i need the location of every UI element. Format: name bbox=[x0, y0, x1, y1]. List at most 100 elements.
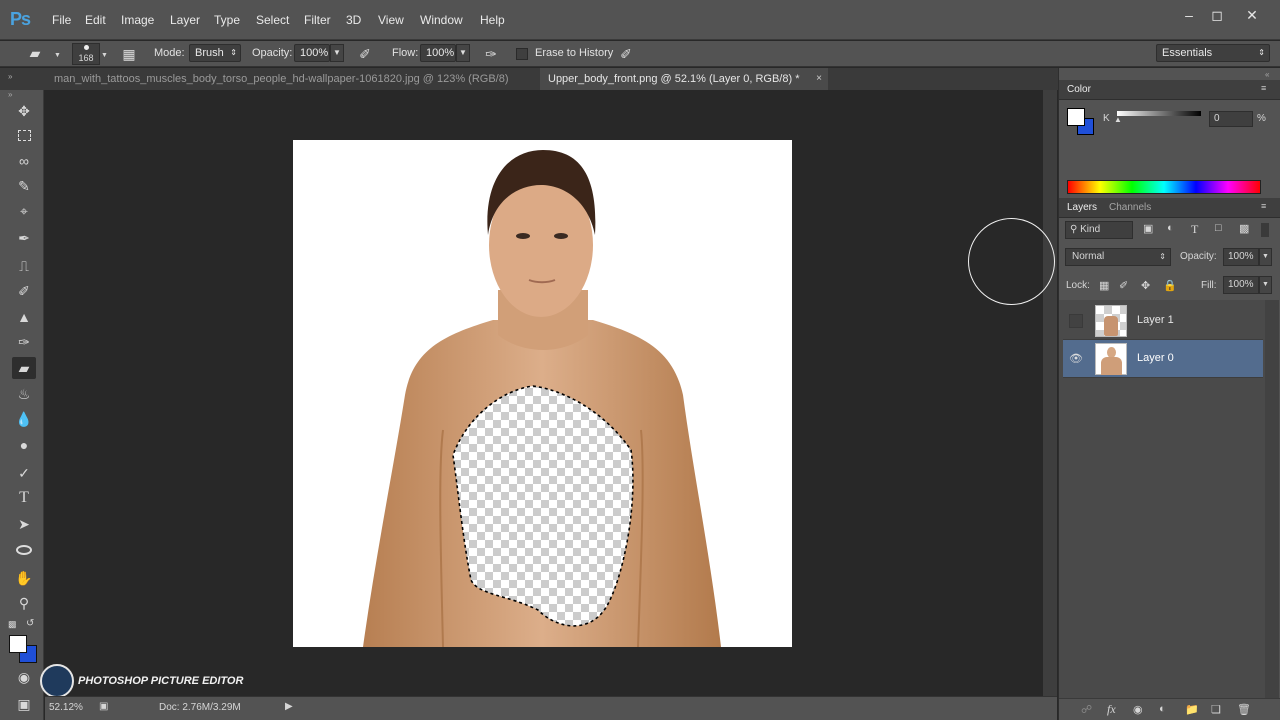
spot-healing-tool-icon[interactable]: ⎍ bbox=[12, 255, 36, 277]
k-value-input[interactable]: 0 bbox=[1209, 111, 1253, 127]
menu-edit[interactable]: Edit bbox=[85, 13, 106, 27]
tab-upper-body-front[interactable]: Upper_body_front.png @ 52.1% (Layer 0, R… bbox=[540, 68, 828, 90]
trash-icon[interactable]: 🗑 bbox=[1237, 703, 1251, 716]
paint-bucket-tool-icon[interactable]: ♨ bbox=[12, 383, 36, 405]
menu-view[interactable]: View bbox=[378, 13, 404, 27]
history-brush-tool-icon[interactable]: ✑ bbox=[12, 331, 36, 353]
lock-transparent-icon[interactable]: ▦ bbox=[1099, 279, 1109, 292]
filter-pixel-icon[interactable]: ▣ bbox=[1143, 222, 1153, 235]
eraser-tool-icon[interactable]: ▰ bbox=[12, 357, 36, 379]
move-tool-icon[interactable]: ✥ bbox=[12, 100, 36, 122]
brush-panel-icon[interactable]: ▦ bbox=[120, 45, 138, 63]
eyedropper-tool-icon[interactable]: ✒ bbox=[12, 227, 36, 249]
airbrush-icon[interactable]: ✑ bbox=[482, 45, 500, 63]
flow-dropdown-icon[interactable]: ▼ bbox=[456, 44, 470, 62]
flow-input[interactable]: 100% bbox=[420, 44, 456, 62]
link-layers-icon[interactable]: ☍ bbox=[1081, 703, 1092, 716]
tab-layers[interactable]: Layers bbox=[1067, 202, 1097, 213]
marquee-tool-icon[interactable] bbox=[12, 125, 36, 147]
filter-adjustment-icon[interactable]: ◐ bbox=[1167, 222, 1174, 234]
adjustment-layer-icon[interactable]: ◐ bbox=[1159, 703, 1166, 715]
opacity-input[interactable]: 100% bbox=[294, 44, 330, 62]
fill-input[interactable]: 100% bbox=[1223, 276, 1259, 294]
menu-3d[interactable]: 3D bbox=[346, 13, 361, 27]
status-info-icon[interactable]: ▣ bbox=[99, 701, 108, 712]
ellipse-tool-icon[interactable] bbox=[12, 539, 36, 561]
eraser-preset-icon[interactable]: ▰ bbox=[26, 44, 44, 62]
document-image[interactable] bbox=[293, 140, 792, 647]
tab-close-icon[interactable]: × bbox=[816, 68, 822, 90]
collapse-arrows-icon[interactable]: » bbox=[8, 90, 12, 99]
quick-selection-tool-icon[interactable]: ✎ bbox=[12, 175, 36, 197]
panel-menu-icon[interactable]: ≡ bbox=[1261, 83, 1266, 93]
menu-filter[interactable]: Filter bbox=[304, 13, 331, 27]
menu-layer[interactable]: Layer bbox=[170, 13, 200, 27]
type-tool-icon[interactable]: T bbox=[12, 487, 36, 509]
add-mask-icon[interactable]: ◉ bbox=[1133, 703, 1143, 716]
filter-type-icon[interactable]: T bbox=[1191, 222, 1198, 237]
fill-dropdown-icon[interactable]: ▼ bbox=[1259, 276, 1272, 294]
opacity-dropdown-icon[interactable]: ▼ bbox=[330, 44, 344, 62]
filter-smart-object-icon[interactable]: ▩ bbox=[1239, 222, 1249, 235]
k-slider-track[interactable] bbox=[1117, 111, 1201, 116]
layer-opacity-dropdown-icon[interactable]: ▼ bbox=[1259, 248, 1272, 266]
chevron-down-icon[interactable]: ▼ bbox=[101, 52, 108, 59]
collapse-arrows-icon[interactable]: » bbox=[8, 72, 12, 81]
filter-toggle[interactable] bbox=[1261, 223, 1269, 237]
status-menu-arrow-icon[interactable]: ▶ bbox=[285, 701, 293, 712]
collapse-arrows-icon[interactable]: « bbox=[1265, 70, 1269, 79]
fx-icon[interactable]: fx bbox=[1107, 702, 1116, 717]
tab-man-with-tattoos[interactable]: man_with_tattoos_muscles_body_torso_peop… bbox=[46, 68, 530, 90]
blend-mode-select[interactable]: Normal ⇕ bbox=[1065, 248, 1171, 266]
filter-shape-icon[interactable]: □ bbox=[1215, 222, 1222, 234]
menu-help[interactable]: Help bbox=[480, 13, 505, 27]
maximize-icon[interactable]: ◻ bbox=[1206, 6, 1228, 24]
layer-visibility-off[interactable] bbox=[1069, 314, 1083, 328]
tab-channels[interactable]: Channels bbox=[1109, 202, 1151, 213]
pen-tool-icon[interactable]: ✓ bbox=[12, 462, 36, 484]
default-colors-icon[interactable]: ▩ bbox=[8, 619, 17, 630]
brush-tool-icon[interactable]: ✐ bbox=[12, 280, 36, 302]
eye-icon[interactable]: 👁 bbox=[1069, 352, 1083, 366]
erase-to-history-checkbox[interactable] bbox=[516, 48, 528, 60]
new-layer-icon[interactable]: ❏ bbox=[1211, 703, 1221, 716]
dodge-tool-icon[interactable]: ● bbox=[12, 434, 36, 456]
vertical-scrollbar[interactable] bbox=[1043, 90, 1057, 696]
pressure-size-icon[interactable]: ✐ bbox=[617, 45, 635, 63]
lock-image-icon[interactable]: ✐ bbox=[1119, 279, 1128, 292]
color-panel-title[interactable]: Color bbox=[1067, 84, 1091, 95]
menu-file[interactable]: File bbox=[52, 13, 71, 27]
panel-menu-icon[interactable]: ≡ bbox=[1261, 201, 1266, 211]
slider-handle-icon[interactable]: ▲ bbox=[1114, 115, 1122, 124]
new-group-icon[interactable]: 📁 bbox=[1185, 703, 1199, 716]
clone-stamp-tool-icon[interactable]: ▲ bbox=[12, 306, 36, 328]
pressure-opacity-icon[interactable]: ✐ bbox=[356, 45, 374, 63]
lock-all-icon[interactable]: 🔒 bbox=[1163, 279, 1177, 292]
screen-mode-icon[interactable]: ▣ bbox=[12, 693, 36, 715]
path-selection-tool-icon[interactable]: ➤ bbox=[12, 513, 36, 535]
foreground-color-swatch[interactable] bbox=[9, 635, 27, 653]
swap-colors-icon[interactable]: ↺ bbox=[26, 618, 34, 629]
workspace-select[interactable]: Essentials ⇕ bbox=[1156, 44, 1270, 62]
zoom-level[interactable]: 52.12% bbox=[49, 702, 83, 713]
lock-position-icon[interactable]: ✥ bbox=[1141, 279, 1150, 292]
menu-select[interactable]: Select bbox=[256, 13, 289, 27]
menu-window[interactable]: Window bbox=[420, 13, 463, 27]
color-fg-swatch[interactable] bbox=[1067, 108, 1085, 126]
lasso-tool-icon[interactable]: ∞ bbox=[12, 150, 36, 172]
crop-tool-icon[interactable]: ⌖ bbox=[12, 200, 36, 222]
menu-type[interactable]: Type bbox=[214, 13, 240, 27]
quick-mask-icon[interactable]: ◉ bbox=[12, 666, 36, 688]
brush-size-picker[interactable]: 168 bbox=[72, 43, 100, 65]
layers-scrollbar[interactable] bbox=[1265, 300, 1279, 700]
zoom-tool-icon[interactable]: ⚲ bbox=[12, 592, 36, 614]
color-spectrum-ramp[interactable] bbox=[1067, 180, 1261, 194]
close-icon[interactable]: ✕ bbox=[1241, 6, 1263, 24]
mode-select[interactable]: Brush ⇕ bbox=[189, 44, 241, 62]
layer-row-layer-0[interactable]: 👁 Layer 0 bbox=[1063, 340, 1263, 378]
layer-opacity-input[interactable]: 100% bbox=[1223, 248, 1259, 266]
blur-tool-icon[interactable]: 💧 bbox=[12, 408, 36, 430]
layer-row-layer-1[interactable]: Layer 1 bbox=[1063, 302, 1263, 340]
filter-kind-select[interactable]: ⚲ Kind bbox=[1065, 221, 1133, 239]
minimize-icon[interactable]: – bbox=[1178, 6, 1200, 24]
